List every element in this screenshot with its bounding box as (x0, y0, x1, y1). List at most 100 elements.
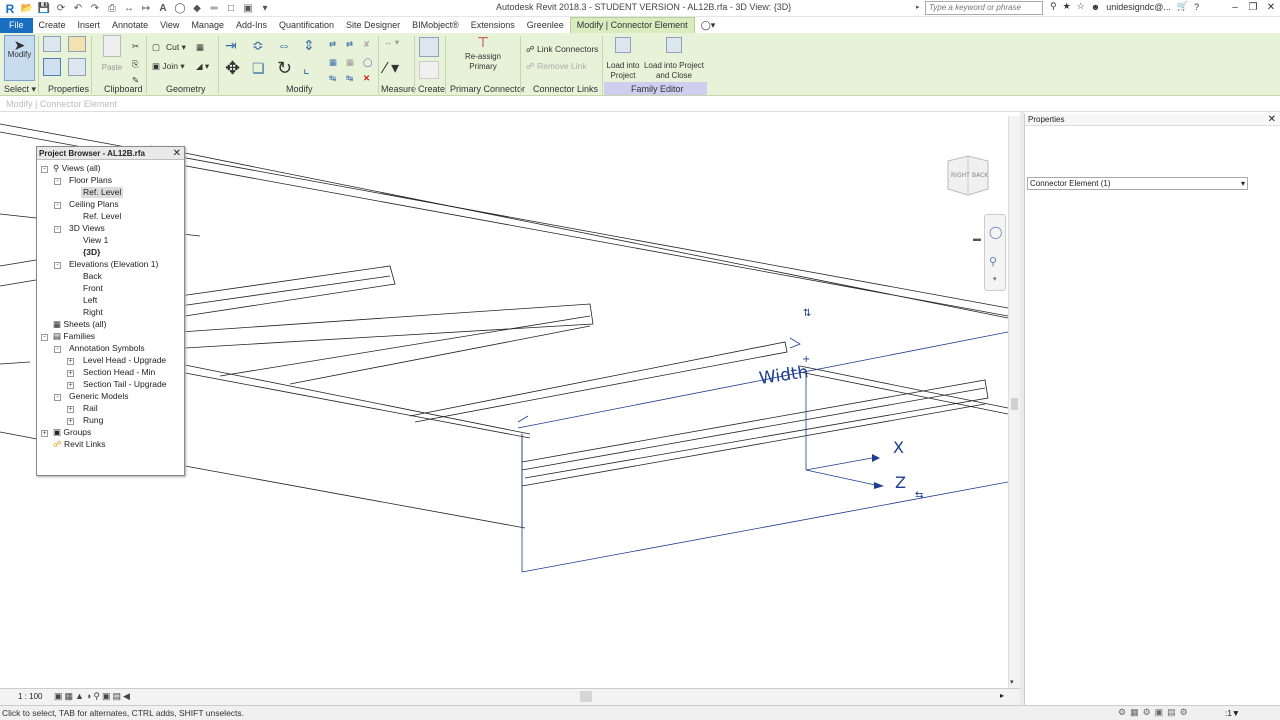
selection-filter-icons[interactable]: ⚙▦⚙▣▤⚙ (1118, 707, 1192, 718)
view-scale[interactable]: 1 : 100 (18, 692, 42, 701)
tree-ceiling-plans[interactable]: Ceiling Plans (69, 199, 119, 210)
delete-icon[interactable]: ✕ (363, 73, 370, 84)
collapse-icon[interactable]: - (54, 262, 61, 269)
pin-element-button[interactable]: ◯ (363, 57, 373, 68)
print-icon[interactable]: ⎙ (105, 2, 119, 16)
properties-close-icon[interactable]: ✕ (1268, 114, 1276, 125)
tree-rung[interactable]: Rung (83, 415, 103, 426)
expand-icon[interactable]: + (67, 406, 74, 413)
expand-icon[interactable]: + (67, 370, 74, 377)
horizontal-scroll-thumb[interactable] (580, 691, 592, 702)
collapse-icon[interactable]: - (54, 226, 61, 233)
align-button[interactable]: ⇥ (225, 37, 237, 54)
tree-elev-right[interactable]: Right (83, 307, 103, 318)
tree-annotation-symbols[interactable]: Annotation Symbols (69, 343, 145, 354)
tree-sheets-all[interactable]: ▦ Sheets (all) (53, 319, 106, 330)
revit-logo-icon[interactable]: R (3, 2, 17, 16)
remove-link-button[interactable]: ☍ Remove Link (526, 61, 587, 72)
type-properties-button[interactable] (43, 36, 61, 54)
modify-button[interactable]: ➤ Modify (4, 35, 35, 81)
array-button[interactable]: ▦ (329, 57, 337, 68)
offset-button[interactable]: ≎ (252, 37, 264, 54)
search-input[interactable]: Type a keyword or phrase (925, 1, 1043, 15)
save-icon[interactable]: 💾 (37, 2, 51, 16)
3d-view-icon[interactable]: ◯ (173, 2, 187, 16)
tree-elev-front[interactable]: Front (83, 283, 103, 294)
tree-section-head[interactable]: Section Head - Min (83, 367, 155, 378)
user-name[interactable]: unidesigndc@... (1106, 2, 1171, 12)
tab-add-ins[interactable]: Add-Ins (230, 18, 273, 33)
create-similar-button[interactable] (419, 37, 439, 59)
tab-manage[interactable]: Manage (185, 18, 230, 33)
tab-annotate[interactable]: Annotate (106, 18, 154, 33)
expand-icon[interactable]: + (67, 358, 74, 365)
text-icon[interactable]: A (156, 2, 170, 16)
filter-icon[interactable]: ▼ (1232, 708, 1240, 718)
paint-button[interactable]: ◢ ▾ (196, 61, 209, 72)
tree-floor-ref-level[interactable]: Ref. Level (81, 187, 124, 198)
cart-icon[interactable]: 🛒 (1177, 1, 1188, 12)
load-close-button[interactable]: Load into Project and Close (642, 37, 706, 81)
group-select[interactable]: Select ▾ (4, 84, 36, 95)
tree-revit-links[interactable]: ☍ Revit Links (53, 439, 106, 450)
tab-modify-connector-element[interactable]: Modify | Connector Element (569, 17, 695, 33)
create-group-button[interactable] (419, 61, 439, 81)
tree-rail[interactable]: Rail (83, 403, 98, 414)
search-expand-icon[interactable]: ▸ (916, 3, 920, 11)
ribbon-options-icon[interactable]: ◯▾ (695, 18, 722, 33)
load-into-project-button[interactable]: Load into Project (604, 37, 642, 81)
properties-button[interactable] (43, 58, 61, 78)
tree-ceiling-ref-level[interactable]: Ref. Level (83, 211, 121, 222)
collapse-icon[interactable]: - (54, 394, 61, 401)
measure-distance-button[interactable]: ↔ ▾ (384, 37, 399, 48)
section-icon[interactable]: ◆ (190, 2, 204, 16)
undo-icon[interactable]: ↶ (71, 2, 85, 16)
copy-element-button[interactable]: ❏ (252, 60, 265, 77)
open-icon[interactable]: 📂 (20, 2, 34, 16)
cut-button[interactable]: ✂ (132, 41, 139, 52)
scale-button[interactable]: ↹ (329, 73, 336, 84)
tree-floor-plans[interactable]: Floor Plans (69, 175, 112, 186)
favorites-icon[interactable]: ☆ (1077, 1, 1085, 12)
trim-extend-button[interactable]: ↹ (346, 73, 353, 84)
tree-section-tail[interactable]: Section Tail - Upgrade (83, 379, 166, 390)
tree-elev-back[interactable]: Back (83, 271, 102, 282)
tab-site-designer[interactable]: Site Designer (340, 18, 406, 33)
mirror-axis-button[interactable]: ⇔ (277, 37, 291, 53)
steering-wheel-icon[interactable]: ◯ (989, 225, 1002, 239)
user-icon[interactable]: ☻ (1091, 2, 1100, 12)
measure-icon[interactable]: ↔ (122, 2, 136, 16)
view-minimize-icon[interactable]: ▬ (973, 234, 981, 243)
tree-groups[interactable]: ▣ Groups (53, 427, 91, 438)
dimension-button[interactable]: ∕ ▾ (384, 58, 399, 78)
cube-face-right[interactable]: RIGHT (951, 172, 970, 179)
tree-view-1[interactable]: View 1 (83, 235, 108, 246)
redo-icon[interactable]: ↷ (88, 2, 102, 16)
cope-button[interactable]: ▢ (152, 42, 160, 53)
tree-views-all[interactable]: ⚲ Views (all) (53, 163, 101, 174)
tab-extensions[interactable]: Extensions (465, 18, 521, 33)
tab-file[interactable]: File (0, 18, 33, 33)
close-icon[interactable]: ✕ (1262, 0, 1280, 16)
minimize-icon[interactable]: – (1226, 0, 1244, 16)
scroll-down-icon[interactable]: ▾ (1010, 678, 1014, 686)
tree-families[interactable]: ▤ Families (53, 331, 95, 342)
zoom-icon[interactable]: ⚲ (989, 255, 997, 268)
width-label[interactable]: Width (758, 362, 810, 389)
view-control-icons[interactable]: ▣▦▲◑⚲▣▤◀ (54, 691, 132, 702)
tree-3d-views[interactable]: 3D Views (69, 223, 105, 234)
collapse-icon[interactable]: - (41, 334, 48, 341)
customize-qat-icon[interactable]: ▾ (258, 2, 272, 16)
tab-view[interactable]: View (154, 18, 185, 33)
family-category-button[interactable] (68, 36, 86, 54)
view-cube[interactable]: RIGHT BACK (944, 153, 992, 199)
tree-generic-models[interactable]: Generic Models (69, 391, 129, 402)
binoculars-icon[interactable]: ⚲ (1050, 1, 1057, 12)
link-connectors-button[interactable]: ☍ Link Connectors (526, 44, 598, 55)
scroll-right-icon[interactable]: ▸ (1000, 691, 1004, 700)
move-button[interactable]: ✥ (225, 58, 240, 79)
switch-windows-icon[interactable]: ▣ (241, 2, 255, 16)
help-icon[interactable]: ? (1194, 2, 1199, 12)
tab-bimobject[interactable]: BIMobject® (406, 18, 465, 33)
flip-arrows-icon[interactable]: ⇅ (803, 308, 811, 319)
